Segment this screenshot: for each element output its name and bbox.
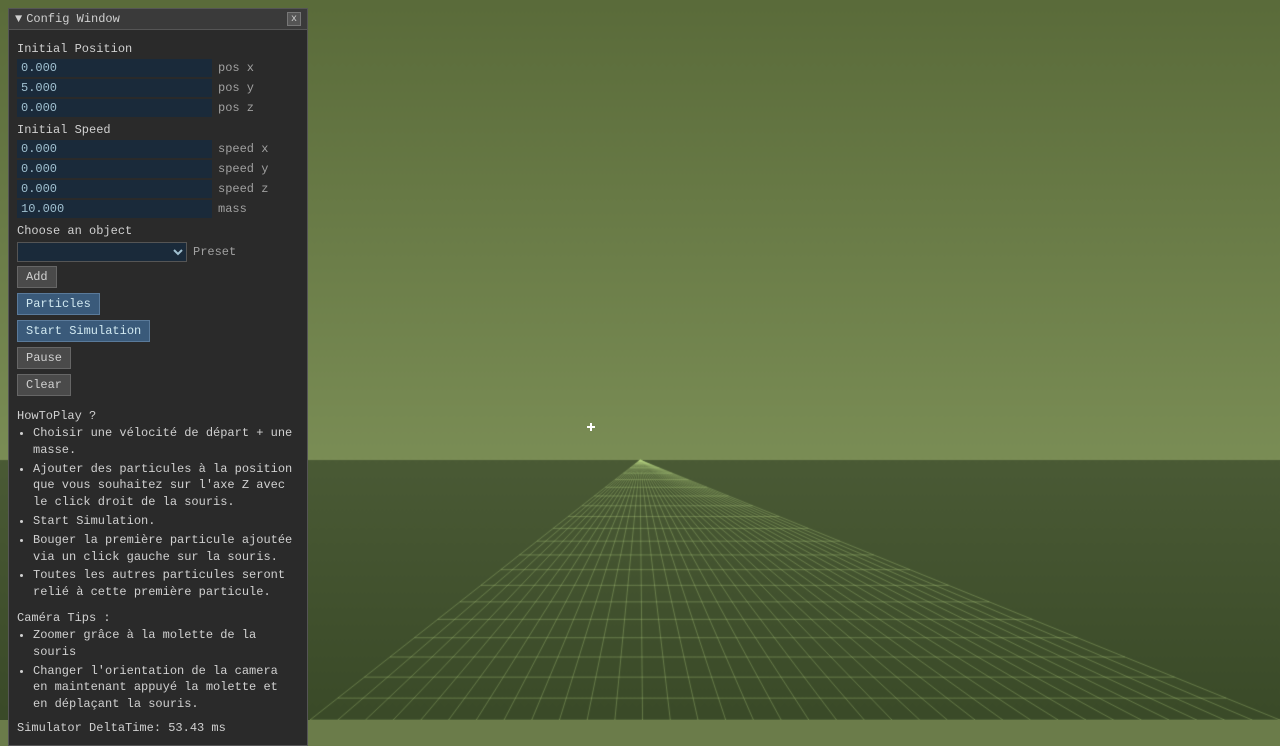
clear-button-row: Clear	[17, 374, 299, 399]
pos-x-label: pos x	[218, 61, 254, 75]
howtoplay-item-2: Ajouter des particules à la position que…	[33, 461, 299, 511]
speed-y-label: speed y	[218, 162, 268, 176]
clear-button[interactable]: Clear	[17, 374, 71, 396]
pos-y-row: pos y	[17, 79, 299, 97]
speed-x-row: speed x	[17, 140, 299, 158]
speed-y-row: speed y	[17, 160, 299, 178]
close-button[interactable]: x	[287, 12, 301, 26]
speed-x-input[interactable]	[17, 140, 212, 158]
initial-position-label: Initial Position	[17, 42, 299, 56]
howtoplay-item-4: Bouger la première particule ajoutée via…	[33, 532, 299, 566]
camera-tips-list: Zoomer grâce à la molette de la souris C…	[17, 627, 299, 713]
pos-z-input[interactable]	[17, 99, 212, 117]
start-simulation-button-row: Start Simulation	[17, 320, 299, 345]
howtoplay-item-5: Toutes les autres particules seront reli…	[33, 567, 299, 601]
pos-y-input[interactable]	[17, 79, 212, 97]
delta-time: Simulator DeltaTime: 53.43 ms	[17, 721, 299, 739]
speed-z-label: speed z	[218, 182, 268, 196]
pos-y-label: pos y	[218, 81, 254, 95]
mass-row: mass	[17, 200, 299, 218]
pause-button-row: Pause	[17, 347, 299, 372]
start-simulation-button[interactable]: Start Simulation	[17, 320, 150, 342]
camera-tips-section: Caméra Tips : Zoomer grâce à la molette …	[17, 609, 299, 713]
mass-label: mass	[218, 202, 247, 216]
camera-tip-1: Zoomer grâce à la molette de la souris	[33, 627, 299, 661]
howtoplay-list: Choisir une vélocité de départ + une mas…	[17, 425, 299, 601]
pause-button[interactable]: Pause	[17, 347, 71, 369]
particles-button-row: Particles	[17, 293, 299, 318]
config-panel: ▼ Config Window x Initial Position pos x…	[8, 8, 308, 746]
speed-z-input[interactable]	[17, 180, 212, 198]
howtoplay-item-1: Choisir une vélocité de départ + une mas…	[33, 425, 299, 459]
pos-x-input[interactable]	[17, 59, 212, 77]
camera-tips-title: Caméra Tips :	[17, 609, 299, 627]
camera-tip-2: Changer l'orientation de la camera en ma…	[33, 663, 299, 713]
pos-z-label: pos z	[218, 101, 254, 115]
add-button-row: Add	[17, 266, 299, 291]
close-icon: x	[291, 14, 297, 25]
preset-label: Preset	[193, 245, 236, 259]
add-button[interactable]: Add	[17, 266, 57, 288]
window-title: Config Window	[26, 12, 120, 26]
howtoplay-item-3: Start Simulation.	[33, 513, 299, 530]
speed-y-input[interactable]	[17, 160, 212, 178]
collapse-icon: ▼	[15, 12, 22, 26]
initial-speed-label: Initial Speed	[17, 123, 299, 137]
howtoplay-section: HowToPlay ? Choisir une vélocité de dépa…	[17, 407, 299, 601]
choose-object-row: Preset	[17, 242, 299, 262]
title-bar: ▼ Config Window x	[9, 9, 307, 30]
mass-input[interactable]	[17, 200, 212, 218]
particles-button[interactable]: Particles	[17, 293, 100, 315]
pos-x-row: pos x	[17, 59, 299, 77]
speed-x-label: speed x	[218, 142, 268, 156]
speed-z-row: speed z	[17, 180, 299, 198]
pos-z-row: pos z	[17, 99, 299, 117]
object-select[interactable]	[17, 242, 187, 262]
howtoplay-title: HowToPlay ?	[17, 407, 299, 425]
choose-object-label: Choose an object	[17, 224, 299, 238]
